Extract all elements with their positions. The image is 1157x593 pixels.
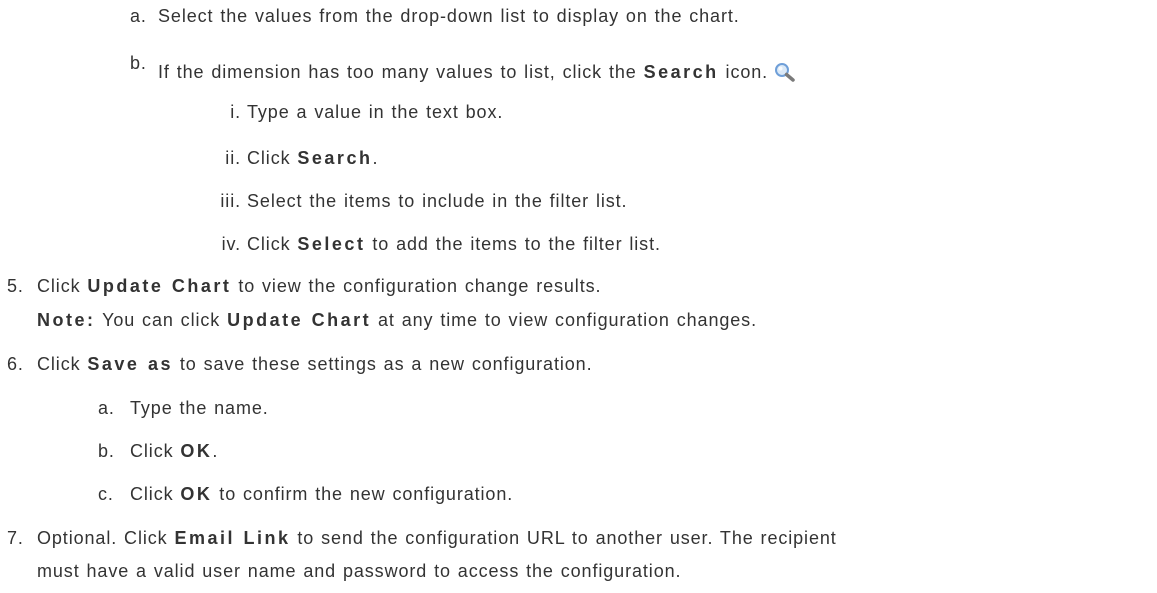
list-marker: i.: [230, 102, 241, 122]
list-marker: c.: [98, 484, 114, 504]
note-text-after: at any time to view configuration change…: [371, 310, 757, 330]
ui-term-search: Search: [297, 148, 373, 168]
substep-text-after: to confirm the new configuration.: [212, 484, 514, 504]
substep-text-after: to add the items to the filter list.: [365, 234, 661, 254]
step-7: 7. Optional. Click Email Link to send the…: [7, 527, 837, 549]
list-marker: 5.: [7, 276, 24, 296]
ui-term-search: Search: [643, 62, 719, 82]
list-marker: a.: [130, 6, 147, 26]
substep-text-after: .: [212, 441, 219, 461]
step-6-substep-a: a. Type the name.: [98, 397, 269, 419]
ui-term-ok: OK: [180, 484, 213, 504]
substep-ii: ii. Click Search.: [225, 147, 379, 169]
list-marker: 6.: [7, 354, 24, 374]
substep-text: Select the values from the drop-down lis…: [158, 6, 740, 26]
substep-text: Select the items to include in the filte…: [247, 191, 628, 211]
substep-text: Click: [130, 441, 181, 461]
substep-a: a. Select the values from the drop-down l…: [130, 5, 740, 27]
step-text: Optional. Click: [37, 528, 175, 548]
substep-text-after: .: [372, 148, 379, 168]
substep-text-after: icon.: [718, 62, 769, 82]
substep-text: Type a value in the text box.: [247, 102, 504, 122]
substep-b: b. If the dimension has too many values t…: [130, 53, 796, 83]
step-5-note: Note: You can click Update Chart at any …: [37, 309, 757, 331]
substep-text: Click: [247, 234, 298, 254]
ui-term-ok: OK: [180, 441, 213, 461]
note-text: You can click: [95, 310, 228, 330]
substep-text: Type the name.: [130, 398, 269, 418]
ui-term-email-link: Email Link: [174, 528, 291, 548]
ui-term-update-chart: Update Chart: [227, 310, 372, 330]
step-text-after: to save these settings as a new configur…: [172, 354, 593, 374]
step-text-after: to send the configuration URL to another…: [290, 528, 837, 548]
step-text: Click: [37, 354, 88, 374]
step-6-substep-b: b. Click OK.: [98, 440, 219, 462]
ui-term-update-chart: Update Chart: [87, 276, 232, 296]
substep-text: If the dimension has too many values to …: [158, 62, 644, 82]
step-5: 5. Click Update Chart to view the configu…: [7, 275, 602, 297]
substep-iv: iv. Click Select to add the items to the …: [222, 233, 661, 255]
step-text: must have a valid user name and password…: [37, 561, 682, 581]
step-text-after: to view the configuration change results…: [231, 276, 602, 296]
ui-term-select: Select: [297, 234, 366, 254]
list-marker: b.: [130, 53, 147, 73]
substep-iii: iii. Select the items to include in the f…: [220, 190, 628, 212]
list-marker: ii.: [225, 148, 241, 168]
substep-i: i. Type a value in the text box.: [230, 101, 504, 123]
step-6: 6. Click Save as to save these settings a…: [7, 353, 593, 375]
list-marker: 7.: [7, 528, 24, 548]
list-marker: b.: [98, 441, 115, 461]
list-marker: iii.: [220, 191, 241, 211]
ui-term-save-as: Save as: [87, 354, 173, 374]
list-marker: iv.: [221, 234, 241, 254]
step-6-substep-c: c. Click OK to confirm the new configurat…: [98, 483, 514, 505]
search-magnifier-icon: [775, 63, 795, 82]
list-marker: a.: [98, 398, 115, 418]
step-7-continuation: must have a valid user name and password…: [37, 560, 681, 582]
note-label: Note:: [37, 310, 96, 330]
step-text: Click: [37, 276, 88, 296]
substep-text: Click: [130, 484, 181, 504]
substep-text: Click: [247, 148, 298, 168]
